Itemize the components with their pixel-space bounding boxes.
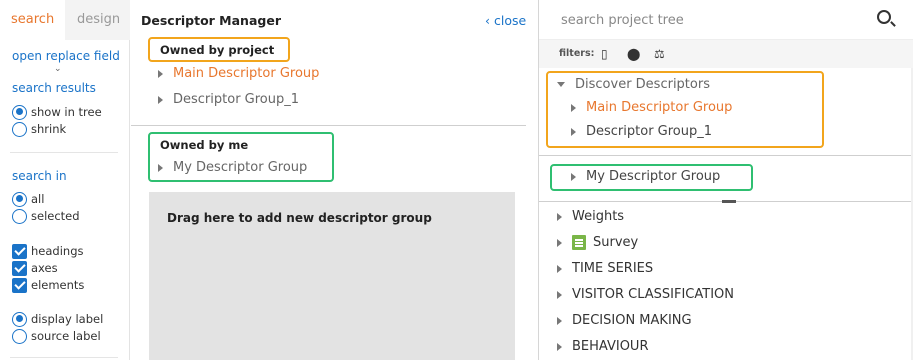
tree-item-label: VISITOR CLASSIFICATION (572, 287, 735, 302)
radio-icon[interactable] (12, 328, 27, 344)
radio-selected-icon[interactable] (12, 104, 27, 120)
radio-label: source label (31, 329, 101, 343)
tree-item-label: BEHAVIOUR (572, 339, 649, 354)
checkbox-label: headings (31, 244, 84, 258)
expand-arrow-icon[interactable] (557, 342, 562, 351)
tab-search[interactable]: search (11, 12, 54, 27)
radio-display-label[interactable]: display label (12, 311, 103, 327)
collapse-arrow-icon[interactable] (557, 82, 565, 87)
radio-source-label[interactable]: source label (12, 328, 101, 344)
tree-item-survey[interactable]: Survey (557, 235, 638, 250)
expand-arrow-icon[interactable] (158, 69, 163, 78)
radio-icon[interactable] (12, 208, 27, 224)
checkbox-axes[interactable]: axes (12, 260, 58, 276)
tree-item-visitor-classification[interactable]: VISITOR CLASSIFICATION (557, 287, 734, 302)
checkbox-headings[interactable]: headings (12, 243, 84, 259)
radio-label: shrink (31, 122, 67, 136)
owned-by-me-heading: Owned by me (160, 138, 249, 152)
filters-bar: filters: ▯ ⬤ ⚖ (539, 40, 913, 68)
checkbox-checked-icon[interactable] (12, 243, 27, 259)
expand-arrow-icon[interactable] (557, 290, 562, 299)
tree-item-label: Descriptor Group_1 (586, 124, 713, 139)
radio-label: all (31, 192, 45, 206)
tree-item-label: DECISION MAKING (572, 313, 692, 328)
radio-selected[interactable]: selected (12, 208, 80, 224)
descriptor-manager-panel: Descriptor Manager ‹ close Owned by proj… (131, 0, 536, 360)
radio-shrink[interactable]: shrink (12, 121, 66, 137)
drop-zone[interactable]: Drag here to add new descriptor group (149, 192, 515, 360)
radio-all[interactable]: all (12, 191, 44, 207)
ruler-filter-icon[interactable]: ▯ (601, 47, 608, 61)
expand-arrow-icon[interactable] (571, 127, 576, 136)
radio-icon[interactable] (12, 121, 27, 137)
expand-arrow-icon[interactable] (557, 238, 562, 247)
chevron-left-icon: ‹ (485, 13, 494, 28)
search-results-heading: search results (12, 81, 96, 95)
resize-handle[interactable] (722, 200, 736, 203)
divider (10, 357, 118, 358)
checkbox-label: axes (31, 261, 58, 275)
search-in-heading: search in (12, 169, 67, 183)
open-replace-field-link[interactable]: open replace field (12, 49, 120, 63)
checkbox-label: elements (31, 278, 85, 292)
tree-item-label: Discover Descriptors (575, 77, 710, 92)
tree-item-label: Survey (593, 235, 639, 250)
tree-item-behaviour[interactable]: BEHAVIOUR (557, 339, 648, 354)
expand-arrow-icon[interactable] (557, 316, 562, 325)
radio-selected-icon[interactable] (12, 191, 27, 207)
radio-label: show in tree (31, 105, 102, 119)
divider (539, 155, 913, 156)
tree-item-main-descriptor-group[interactable]: Main Descriptor Group (571, 100, 732, 115)
tab-design[interactable]: design (65, 0, 130, 40)
chevron-down-icon[interactable]: ⌄ (54, 64, 62, 74)
checkbox-elements[interactable]: elements (12, 277, 84, 293)
divider (10, 152, 118, 153)
expand-arrow-icon[interactable] (571, 103, 576, 112)
tree-item-decision-making[interactable]: DECISION MAKING (557, 313, 692, 328)
tree-item-label: TIME SERIES (572, 261, 654, 276)
project-tree-panel: search project tree filters: ▯ ⬤ ⚖ Disco… (538, 0, 913, 360)
tree-item-descriptor-group-1[interactable]: Descriptor Group_1 (571, 124, 712, 139)
radio-label: selected (31, 209, 80, 223)
radio-show-in-tree[interactable]: show in tree (12, 104, 102, 120)
tree-item-my-descriptor-group[interactable]: My Descriptor Group (571, 169, 720, 184)
radio-label: display label (31, 312, 104, 326)
search-input[interactable]: search project tree (539, 0, 913, 40)
search-placeholder: search project tree (561, 13, 684, 28)
checkbox-checked-icon[interactable] (12, 260, 27, 276)
expand-arrow-icon[interactable] (557, 264, 562, 273)
tree-item-main-descriptor-group[interactable]: Main Descriptor Group (158, 66, 319, 81)
tree-item-label: Weights (572, 209, 625, 224)
filters-label: filters: (559, 48, 595, 59)
close-label: close (493, 13, 527, 28)
tree-item-descriptor-group-1[interactable]: Descriptor Group_1 (158, 92, 299, 107)
tree-item-label: Main Descriptor Group (586, 100, 733, 115)
location-filter-icon[interactable]: ⬤ (627, 47, 640, 61)
panel-tabs: search design (0, 0, 130, 40)
owned-by-project-heading: Owned by project (160, 43, 275, 57)
expand-arrow-icon[interactable] (557, 212, 562, 221)
tree-item-label: My Descriptor Group (586, 169, 721, 184)
expand-arrow-icon[interactable] (158, 95, 163, 104)
expand-arrow-icon[interactable] (571, 172, 576, 181)
tree-item-weights[interactable]: Weights (557, 209, 624, 224)
search-icon[interactable] (877, 10, 891, 24)
close-button[interactable]: ‹ close (485, 13, 526, 28)
tree-item-label: Main Descriptor Group (173, 66, 320, 81)
panel-title: Descriptor Manager (141, 13, 281, 28)
expand-arrow-icon[interactable] (158, 163, 163, 172)
tree-item-discover-descriptors[interactable]: Discover Descriptors (557, 77, 710, 92)
divider (131, 125, 526, 126)
tree-item-label: My Descriptor Group (173, 160, 308, 175)
tree-item-my-descriptor-group[interactable]: My Descriptor Group (158, 160, 307, 175)
radio-selected-icon[interactable] (12, 311, 27, 327)
left-panel: search design open replace field ⌄ searc… (0, 0, 130, 360)
tree-item-time-series[interactable]: TIME SERIES (557, 261, 653, 276)
drop-zone-label: Drag here to add new descriptor group (167, 211, 432, 225)
survey-icon (572, 235, 586, 250)
balance-filter-icon[interactable]: ⚖ (654, 47, 665, 61)
checkbox-checked-icon[interactable] (12, 277, 27, 293)
tree-item-label: Descriptor Group_1 (173, 92, 300, 107)
